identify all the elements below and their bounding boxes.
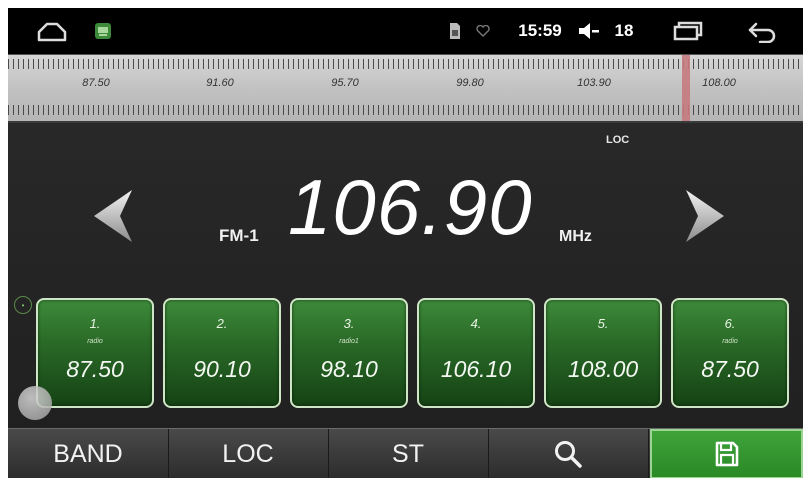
preset-button-4[interactable]: 4. 106.10 — [417, 298, 535, 408]
preset-frequency: 98.10 — [320, 356, 378, 382]
heart-icon — [474, 8, 492, 54]
frequency-dial[interactable]: 87.50 91.60 95.70 99.80 103.90 108.00 — [8, 54, 803, 123]
home-icon[interactable] — [32, 8, 72, 54]
back-icon[interactable] — [742, 8, 782, 54]
chevron-right-icon — [686, 190, 724, 242]
preset-button-2[interactable]: 2. 90.10 — [163, 298, 281, 408]
search-icon — [555, 441, 582, 468]
preset-button-5[interactable]: 5. 108.00 — [544, 298, 662, 408]
preset-frequency: 87.50 — [701, 356, 759, 382]
sim-card-icon — [446, 8, 464, 54]
band-button[interactable]: BAND — [8, 429, 169, 478]
search-button[interactable] — [488, 429, 649, 478]
preset-button-3[interactable]: 3. radio1 98.10 — [290, 298, 408, 408]
dial-label: 103.90 — [577, 77, 611, 89]
dial-label: 108.00 — [702, 77, 736, 89]
preset-frequency: 90.10 — [193, 356, 251, 382]
current-frequency: 106.90 — [288, 163, 533, 251]
preset-frequency: 106.10 — [440, 356, 512, 382]
save-icon — [715, 441, 738, 467]
preset-name: radio1 — [339, 338, 359, 345]
volume-level: 18 — [614, 21, 634, 40]
bottom-toolbar: BAND LOC ST — [8, 428, 803, 478]
dial-label: 91.60 — [206, 77, 234, 89]
clock: 15:59 — [518, 21, 562, 40]
preset-button-6[interactable]: 6. radio 87.50 — [671, 298, 789, 408]
status-bar: 15:59 18 — [8, 8, 803, 54]
preset-name: radio — [87, 338, 103, 345]
seek-next-button[interactable] — [680, 188, 730, 244]
dial-label: 87.50 — [82, 77, 110, 89]
save-preset-button[interactable] — [650, 429, 803, 478]
radio-app-icon[interactable] — [88, 8, 118, 54]
seek-previous-button[interactable] — [88, 188, 138, 244]
dial-label: 95.70 — [331, 77, 359, 89]
preset-frequency: 87.50 — [66, 356, 124, 382]
loc-indicator: LOC — [606, 134, 630, 146]
loc-button[interactable]: LOC — [168, 429, 329, 478]
preset-number: 5. — [597, 316, 609, 331]
preset-number: 2. — [216, 316, 228, 331]
radio-screen: 15:59 18 87.50 91.60 95.70 99.80 103.90 … — [8, 8, 803, 478]
speaker-icon[interactable] — [574, 8, 604, 54]
preset-number: 4. — [470, 316, 482, 331]
preset-name: radio — [722, 338, 738, 345]
chevron-left-icon — [94, 190, 132, 242]
frequency-unit: MHz — [559, 228, 592, 245]
preset-number: 3. — [343, 316, 355, 331]
recent-apps-icon[interactable] — [668, 8, 708, 54]
dial-label: 99.80 — [456, 77, 484, 89]
preset-number: 1. — [89, 316, 101, 331]
preset-button-1[interactable]: 1. radio 87.50 — [36, 298, 154, 408]
rds-icon: • — [14, 296, 32, 314]
stereo-button[interactable]: ST — [328, 429, 489, 478]
dial-needle[interactable] — [681, 55, 690, 121]
preset-frequency: 108.00 — [567, 356, 639, 382]
band-indicator: FM-1 — [219, 226, 259, 245]
floating-assistive-button[interactable] — [18, 386, 52, 420]
preset-number: 6. — [724, 316, 736, 331]
